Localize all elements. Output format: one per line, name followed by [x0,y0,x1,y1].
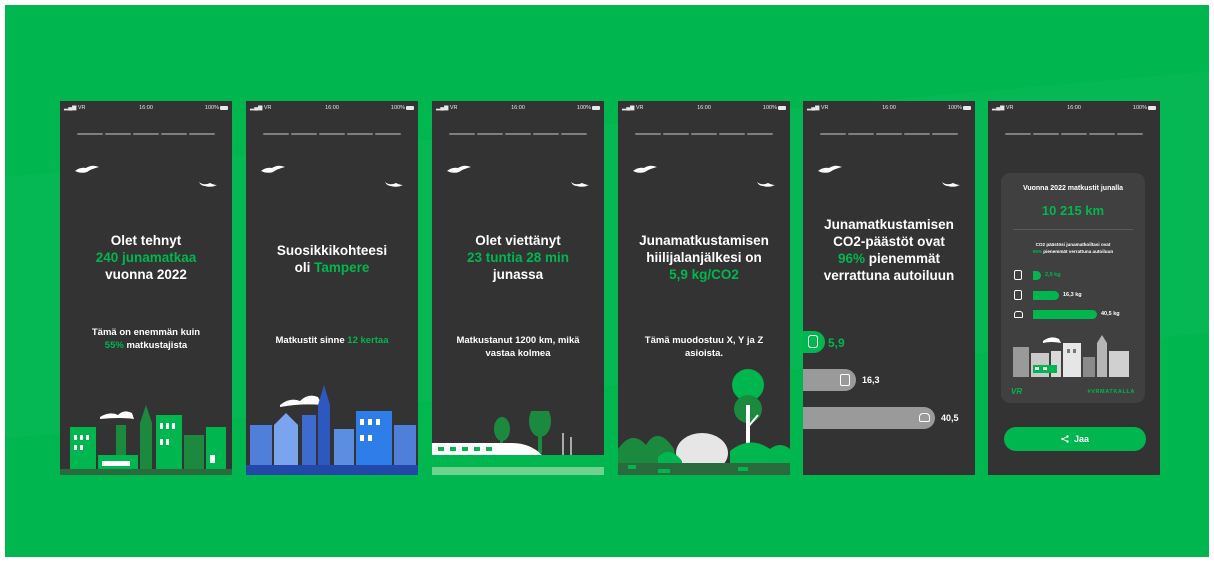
summary-bar-bus [1033,291,1059,300]
cloud-icon [261,165,285,173]
share-label: Jaa [1073,434,1090,444]
summary-value-bus: 16,3 kg [1063,292,1082,298]
story-progress [1005,133,1143,135]
summary-bar-train [1033,271,1041,280]
story-screen-carbon-footprint: ▂▄▆ VR 16:00 100% Junamatkustamisen hiil… [618,101,790,475]
headline: Junamatkustamisen hiilijalanjälkesi on 5… [639,233,769,282]
vr-logo: VR [1011,387,1023,396]
summary-value-train: 2,9 kg [1045,272,1061,278]
comparison-value-car: 40,5 [941,413,959,423]
story-progress [263,133,401,135]
headline: Junamatkustamisen CO2-päästöt ovat 96% p… [823,217,955,283]
card-divider [1013,229,1133,230]
nature-illustration [618,369,790,475]
subtext: Matkustit sinne 12 kertaa [275,335,389,346]
story-progress [77,133,215,135]
cloud-icon [571,182,589,187]
summary-value-car: 40,5 kg [1101,311,1120,317]
cloud-icon [385,182,403,187]
share-button[interactable]: Jaa [1004,427,1146,451]
story-progress [449,133,587,135]
subtext: Tämä on enemmän kuin 55% matkustajista [91,327,201,351]
summary-card: Vuonna 2022 matkustit junalla 10 215 km … [1001,173,1145,403]
status-bar: ▂▄▆ VR 16:00 100% [246,101,418,115]
comparison-value-train: 5,9 [828,336,845,350]
battery-icon [220,106,228,110]
story-progress [820,133,958,135]
train-icon [808,335,818,348]
cloud-icon [757,182,775,187]
battery-icon [406,106,414,110]
story-screen-emissions-comparison: ▂▄▆ VR 16:00 100% Junamatkustamisen CO2-… [803,101,975,475]
subtext: Matkustanut 1200 km, mikä vastaa kolmea [456,335,580,359]
status-bar: ▂▄▆ VR 16:00 100% [432,101,604,115]
card-title: Vuonna 2022 matkustit junalla [1022,185,1124,192]
status-bar: ▂▄▆ VR 16:00 100% [988,101,1160,115]
cloud-icon [199,182,217,187]
headline: Olet viettänyt 23 tuntia 28 min junassa [466,233,570,282]
story-screen-trips: ▂▄▆ VR 16:00 100% Olet tehnyt 240 junama… [60,101,232,475]
share-icon [1061,435,1069,443]
card-note: CO2 päästösi junamatkoiltasi ovat 96% pi… [1032,242,1114,254]
cloud-icon [447,165,471,173]
comparison-value-bus: 16,3 [862,375,880,385]
battery-indicator: 100% [1133,105,1156,111]
story-screen-time-on-train: ▂▄▆ VR 16:00 100% Olet viettänyt 23 tunt… [432,101,604,475]
car-icon [1014,311,1023,318]
cloud-icon [75,165,99,173]
battery-icon [592,106,600,110]
headline: Suosikkikohteesi oli Tampere [276,243,388,275]
car-icon [919,413,930,422]
city-illustration [1013,335,1129,377]
bus-icon [1014,290,1022,300]
battery-indicator: 100% [391,105,414,111]
battery-icon [1148,106,1156,110]
story-screen-summary: ▂▄▆ VR 16:00 100% Vuonna 2022 matkustit … [988,101,1160,475]
battery-indicator: 100% [763,105,786,111]
battery-icon [963,106,971,110]
card-distance: 10 215 km [1041,203,1105,218]
summary-bar-car [1033,310,1097,319]
subtext: Tämä muodostuu X, Y ja Z asioista. [644,335,764,359]
story-screen-favorite-destination: ▂▄▆ VR 16:00 100% Suosikkikohteesi oli T… [246,101,418,475]
tampere-illustration [246,385,418,475]
bus-icon [840,374,850,386]
cloud-icon [942,182,960,187]
comparison-bar-car [803,407,935,429]
train-illustration [432,411,604,475]
status-bar: ▂▄▆ VR 16:00 100% [803,101,975,115]
cloud-icon [633,165,657,173]
train-icon [1014,270,1022,280]
story-progress [635,133,773,135]
battery-icon [778,106,786,110]
battery-indicator: 100% [577,105,600,111]
headline: Olet tehnyt 240 junamatkaa vuonna 2022 [95,233,197,282]
hashtag: #VRMATKALLA [1087,389,1135,395]
battery-indicator: 100% [205,105,228,111]
background-canvas: ▂▄▆ VR 16:00 100% Olet tehnyt 240 junama… [5,5,1209,557]
status-bar: ▂▄▆ VR 16:00 100% [618,101,790,115]
status-bar: ▂▄▆ VR 16:00 100% [60,101,232,115]
city-illustration [60,405,232,475]
battery-indicator: 100% [948,105,971,111]
cloud-icon [818,165,842,173]
